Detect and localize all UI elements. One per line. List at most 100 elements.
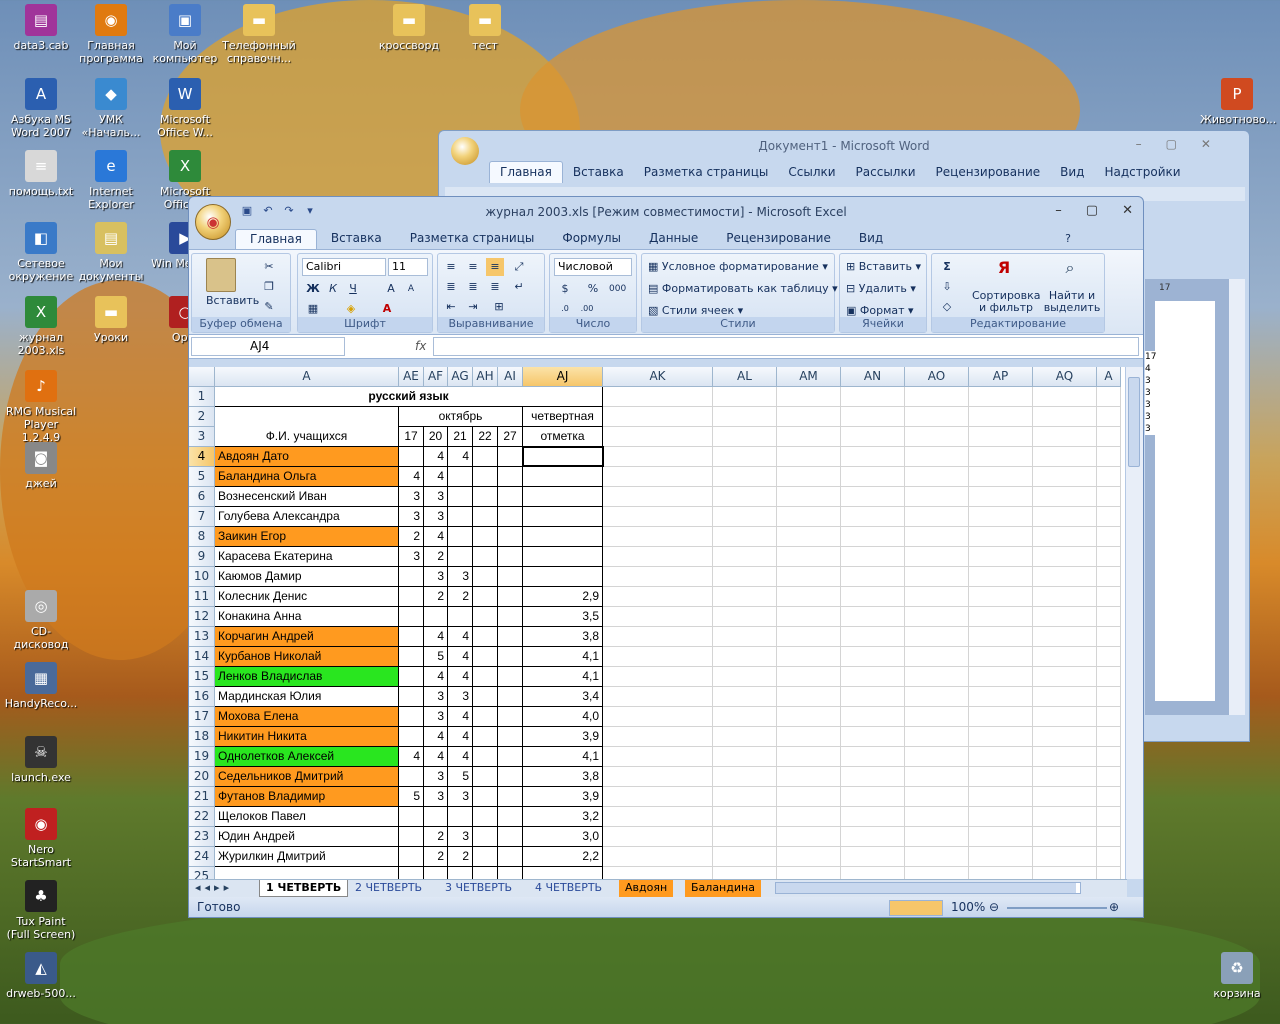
column-header[interactable]: AE xyxy=(399,367,424,387)
grid-cell[interactable] xyxy=(969,687,1033,707)
quarter-mark-cell[interactable]: 4,1 xyxy=(523,747,603,767)
grid-cell[interactable] xyxy=(1033,647,1097,667)
grade-cell[interactable] xyxy=(448,547,473,567)
grid-cell[interactable] xyxy=(713,667,777,687)
grid-cell[interactable] xyxy=(603,767,713,787)
grid-cell[interactable] xyxy=(841,727,905,747)
grid-cell[interactable] xyxy=(777,727,841,747)
grade-cell[interactable] xyxy=(498,707,523,727)
grade-cell[interactable] xyxy=(473,507,498,527)
grade-cell[interactable] xyxy=(473,707,498,727)
grid-cell[interactable] xyxy=(777,767,841,787)
grade-cell[interactable] xyxy=(448,467,473,487)
grid-cell[interactable] xyxy=(969,607,1033,627)
grid-cell[interactable] xyxy=(603,847,713,867)
grid-cell[interactable] xyxy=(1097,807,1121,827)
grid-cell[interactable] xyxy=(713,387,777,407)
grid-cell[interactable] xyxy=(713,767,777,787)
desktop-icon[interactable]: ≡ помощь.txt xyxy=(4,150,78,198)
row-header[interactable]: 3 xyxy=(189,427,215,447)
grid-cell[interactable] xyxy=(841,567,905,587)
percent-icon[interactable]: % xyxy=(584,280,602,298)
grade-cell[interactable] xyxy=(448,487,473,507)
quarter-mark-cell[interactable] xyxy=(523,867,603,879)
row-header[interactable]: 13 xyxy=(189,627,215,647)
zoom-in-icon[interactable]: ⊕ xyxy=(1109,897,1119,917)
desktop-icon[interactable]: ◎ CD-дисковод xyxy=(4,590,78,651)
grid-cell[interactable] xyxy=(969,587,1033,607)
quarter-mark-cell[interactable]: 3,0 xyxy=(523,827,603,847)
find-select-button[interactable]: Найти и выделить xyxy=(1042,290,1102,314)
student-name-cell[interactable]: Голубева Александра xyxy=(215,507,399,527)
day-header-cell[interactable]: 21 xyxy=(448,427,473,447)
horizontal-scroll-thumb[interactable] xyxy=(776,883,1076,893)
grade-cell[interactable]: 3 xyxy=(448,827,473,847)
grade-cell[interactable]: 4 xyxy=(424,447,448,467)
grid-cell[interactable] xyxy=(1033,587,1097,607)
grid-cell[interactable] xyxy=(713,527,777,547)
grid-cell[interactable] xyxy=(777,467,841,487)
zoom-out-icon[interactable]: ⊖ xyxy=(989,897,999,917)
student-name-cell[interactable]: Баландина Ольга xyxy=(215,467,399,487)
desktop-icon[interactable]: e Internet Explorer xyxy=(74,150,148,211)
grade-cell[interactable]: 4 xyxy=(448,707,473,727)
grid-cell[interactable] xyxy=(905,707,969,727)
desktop-icon[interactable]: ◭ drweb-500... xyxy=(4,952,78,1000)
grid-cell[interactable] xyxy=(1033,487,1097,507)
grade-cell[interactable] xyxy=(498,827,523,847)
grid-cell[interactable] xyxy=(1033,687,1097,707)
grid-cell[interactable] xyxy=(777,407,841,427)
grid-cell[interactable] xyxy=(969,447,1033,467)
grid-cell[interactable] xyxy=(713,447,777,467)
quarter-mark-cell[interactable]: 3,4 xyxy=(523,687,603,707)
grade-cell[interactable]: 2 xyxy=(399,527,424,547)
grid-cell[interactable] xyxy=(905,487,969,507)
grid-cell[interactable] xyxy=(841,807,905,827)
grid-cell[interactable] xyxy=(841,547,905,567)
number-format-box[interactable]: Числовой xyxy=(554,258,632,276)
quarter-mark-cell[interactable] xyxy=(523,547,603,567)
grid-cell[interactable] xyxy=(1097,767,1121,787)
conditional-formatting-button[interactable]: ▦ Условное форматирование ▾ xyxy=(648,260,828,273)
sheet-title-cell[interactable]: русский язык xyxy=(215,387,603,407)
grade-cell[interactable] xyxy=(498,627,523,647)
column-header[interactable]: AM xyxy=(777,367,841,387)
desktop-icon[interactable]: ▤ Мои документы xyxy=(74,222,148,283)
word-window-controls[interactable]: –▢✕ xyxy=(1136,137,1235,151)
grid-cell[interactable] xyxy=(905,427,969,447)
quarter-mark-cell[interactable]: 3,9 xyxy=(523,787,603,807)
grid-cell[interactable] xyxy=(777,607,841,627)
grid-cell[interactable] xyxy=(841,667,905,687)
grade-cell[interactable] xyxy=(498,567,523,587)
view-buttons[interactable] xyxy=(889,900,943,916)
quarter-mark-cell[interactable]: 2,9 xyxy=(523,587,603,607)
grid-cell[interactable] xyxy=(841,687,905,707)
formula-input[interactable] xyxy=(433,337,1139,356)
grid-cell[interactable] xyxy=(1033,407,1097,427)
grade-cell[interactable] xyxy=(498,647,523,667)
grid-cell[interactable] xyxy=(603,547,713,567)
grid-cell[interactable] xyxy=(1097,467,1121,487)
desktop-icon[interactable]: ▣ Мой компьютер xyxy=(148,4,222,65)
grid-cell[interactable] xyxy=(1097,787,1121,807)
student-name-cell[interactable]: Футанов Владимир xyxy=(215,787,399,807)
grade-cell[interactable] xyxy=(424,807,448,827)
grade-cell[interactable]: 5 xyxy=(448,767,473,787)
grid-cell[interactable] xyxy=(1097,827,1121,847)
student-name-cell[interactable]: Никитин Никита xyxy=(215,727,399,747)
row-header[interactable]: 16 xyxy=(189,687,215,707)
grade-cell[interactable]: 3 xyxy=(424,487,448,507)
help-icon[interactable]: ? xyxy=(1059,230,1077,248)
student-name-cell[interactable]: Каюмов Дамир xyxy=(215,567,399,587)
grade-cell[interactable] xyxy=(498,527,523,547)
delete-cells-button[interactable]: ⊟ Удалить ▾ xyxy=(846,282,916,295)
grade-cell[interactable] xyxy=(473,487,498,507)
grid-cell[interactable] xyxy=(905,667,969,687)
ribbon-tab[interactable]: Главная xyxy=(235,229,317,249)
quarter-mark-cell[interactable] xyxy=(523,467,603,487)
grade-cell[interactable] xyxy=(399,647,424,667)
grid-cell[interactable] xyxy=(969,867,1033,879)
grade-cell[interactable] xyxy=(473,787,498,807)
minimize-icon[interactable]: – xyxy=(1055,203,1062,218)
grid-cell[interactable] xyxy=(969,527,1033,547)
